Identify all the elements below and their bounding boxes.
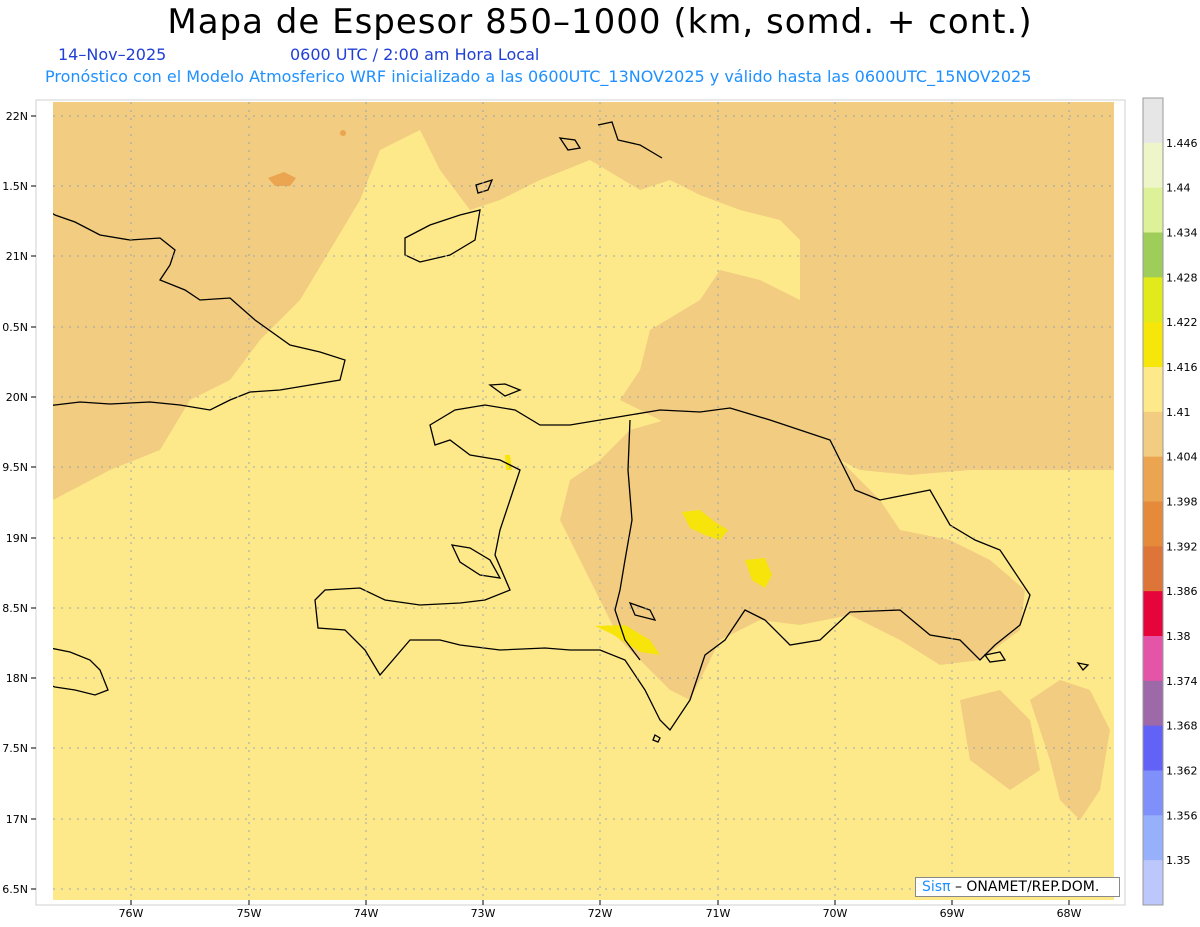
- colorbar-label: 1.41: [1166, 406, 1191, 419]
- colorbar-swatch: [1143, 546, 1163, 592]
- colorbar-label: 1.35: [1166, 854, 1191, 867]
- colorbar-swatch: [1143, 860, 1163, 906]
- lon-label: 75W: [237, 907, 262, 920]
- lat-label: 21N: [6, 250, 28, 263]
- colorbar-label: 1.428: [1166, 271, 1198, 284]
- colorbar-swatch: [1143, 277, 1163, 323]
- colorbar-label: 1.44: [1166, 182, 1191, 195]
- lat-label: 19N: [6, 532, 28, 545]
- map-field: [53, 102, 1114, 900]
- colorbar-label: 1.434: [1166, 227, 1198, 240]
- lon-label: 74W: [354, 907, 379, 920]
- lat-label: 22N: [6, 110, 28, 123]
- colorbar-swatch: [1143, 591, 1163, 637]
- lon-label: 73W: [471, 907, 496, 920]
- colorbar-swatch: [1143, 680, 1163, 727]
- colorbar-swatch: [1143, 411, 1163, 458]
- colorbar-label: 1.374: [1166, 675, 1198, 688]
- lon-label: 69W: [940, 907, 965, 920]
- credit-brand: Sisπ: [922, 879, 951, 895]
- field-orange-spot-2: [340, 130, 346, 136]
- colorbar-swatch: [1143, 187, 1163, 233]
- colorbar-label: 1.422: [1166, 316, 1198, 329]
- colorbar-label: 1.362: [1166, 765, 1198, 778]
- colorbar-swatch: [1143, 142, 1163, 189]
- lat-label: 0.5N: [2, 321, 28, 334]
- colorbar-swatch: [1143, 322, 1163, 368]
- colorbar-swatch: [1143, 232, 1163, 278]
- colorbar-label: 1.356: [1166, 809, 1198, 822]
- colorbar: 1.446 1.44 1.434 1.428 1.422 1.416 1.41 1.404 1.…: [1142, 97, 1198, 906]
- colorbar-label: 1.38: [1166, 630, 1191, 643]
- lon-label: 72W: [588, 907, 613, 920]
- colorbar-swatch: [1143, 770, 1163, 816]
- colorbar-swatch: [1143, 725, 1163, 771]
- colorbar-label: 1.386: [1166, 585, 1198, 598]
- colorbar-label: 1.392: [1166, 540, 1198, 553]
- lat-label: 17N: [6, 813, 28, 826]
- colorbar-swatch: [1143, 501, 1163, 547]
- lat-label: 20N: [6, 391, 28, 404]
- lon-label: 70W: [823, 907, 848, 920]
- lat-label: 1.5N: [2, 180, 28, 193]
- colorbar-swatch: [1143, 636, 1163, 682]
- latitude-labels: 22N 1.5N 21N 0.5N 20N 9.5N 19N 8.5N 18N 7.5N 17N 6.…: [2, 110, 36, 896]
- lon-label: 76W: [119, 907, 144, 920]
- lat-label: 6.5N: [2, 883, 28, 896]
- colorbar-label: 1.446: [1166, 137, 1198, 150]
- colorbar-label: 1.398: [1166, 496, 1198, 509]
- lon-label: 71W: [706, 907, 731, 920]
- colorbar-swatch: [1143, 98, 1163, 144]
- colorbar-label: 1.368: [1166, 720, 1198, 733]
- lon-label: 68W: [1057, 907, 1082, 920]
- lat-label: 8.5N: [2, 602, 28, 615]
- colorbar-swatch: [1143, 815, 1163, 861]
- lat-label: 9.5N: [2, 461, 28, 474]
- colorbar-label: 1.416: [1166, 361, 1198, 374]
- colorbar-swatch: [1143, 456, 1163, 502]
- colorbar-swatch: [1143, 367, 1163, 413]
- lat-label: 7.5N: [2, 742, 28, 755]
- colorbar-label: 1.404: [1166, 451, 1198, 464]
- thickness-map: 22N 1.5N 21N 0.5N 20N 9.5N 19N 8.5N 18N 7.5N 17N 6.…: [2, 97, 1198, 920]
- credit-text: – ONAMET/REP.DOM.: [950, 879, 1100, 895]
- lat-label: 18N: [6, 672, 28, 685]
- credit-box: Sisπ – ONAMET/REP.DOM.: [915, 877, 1120, 897]
